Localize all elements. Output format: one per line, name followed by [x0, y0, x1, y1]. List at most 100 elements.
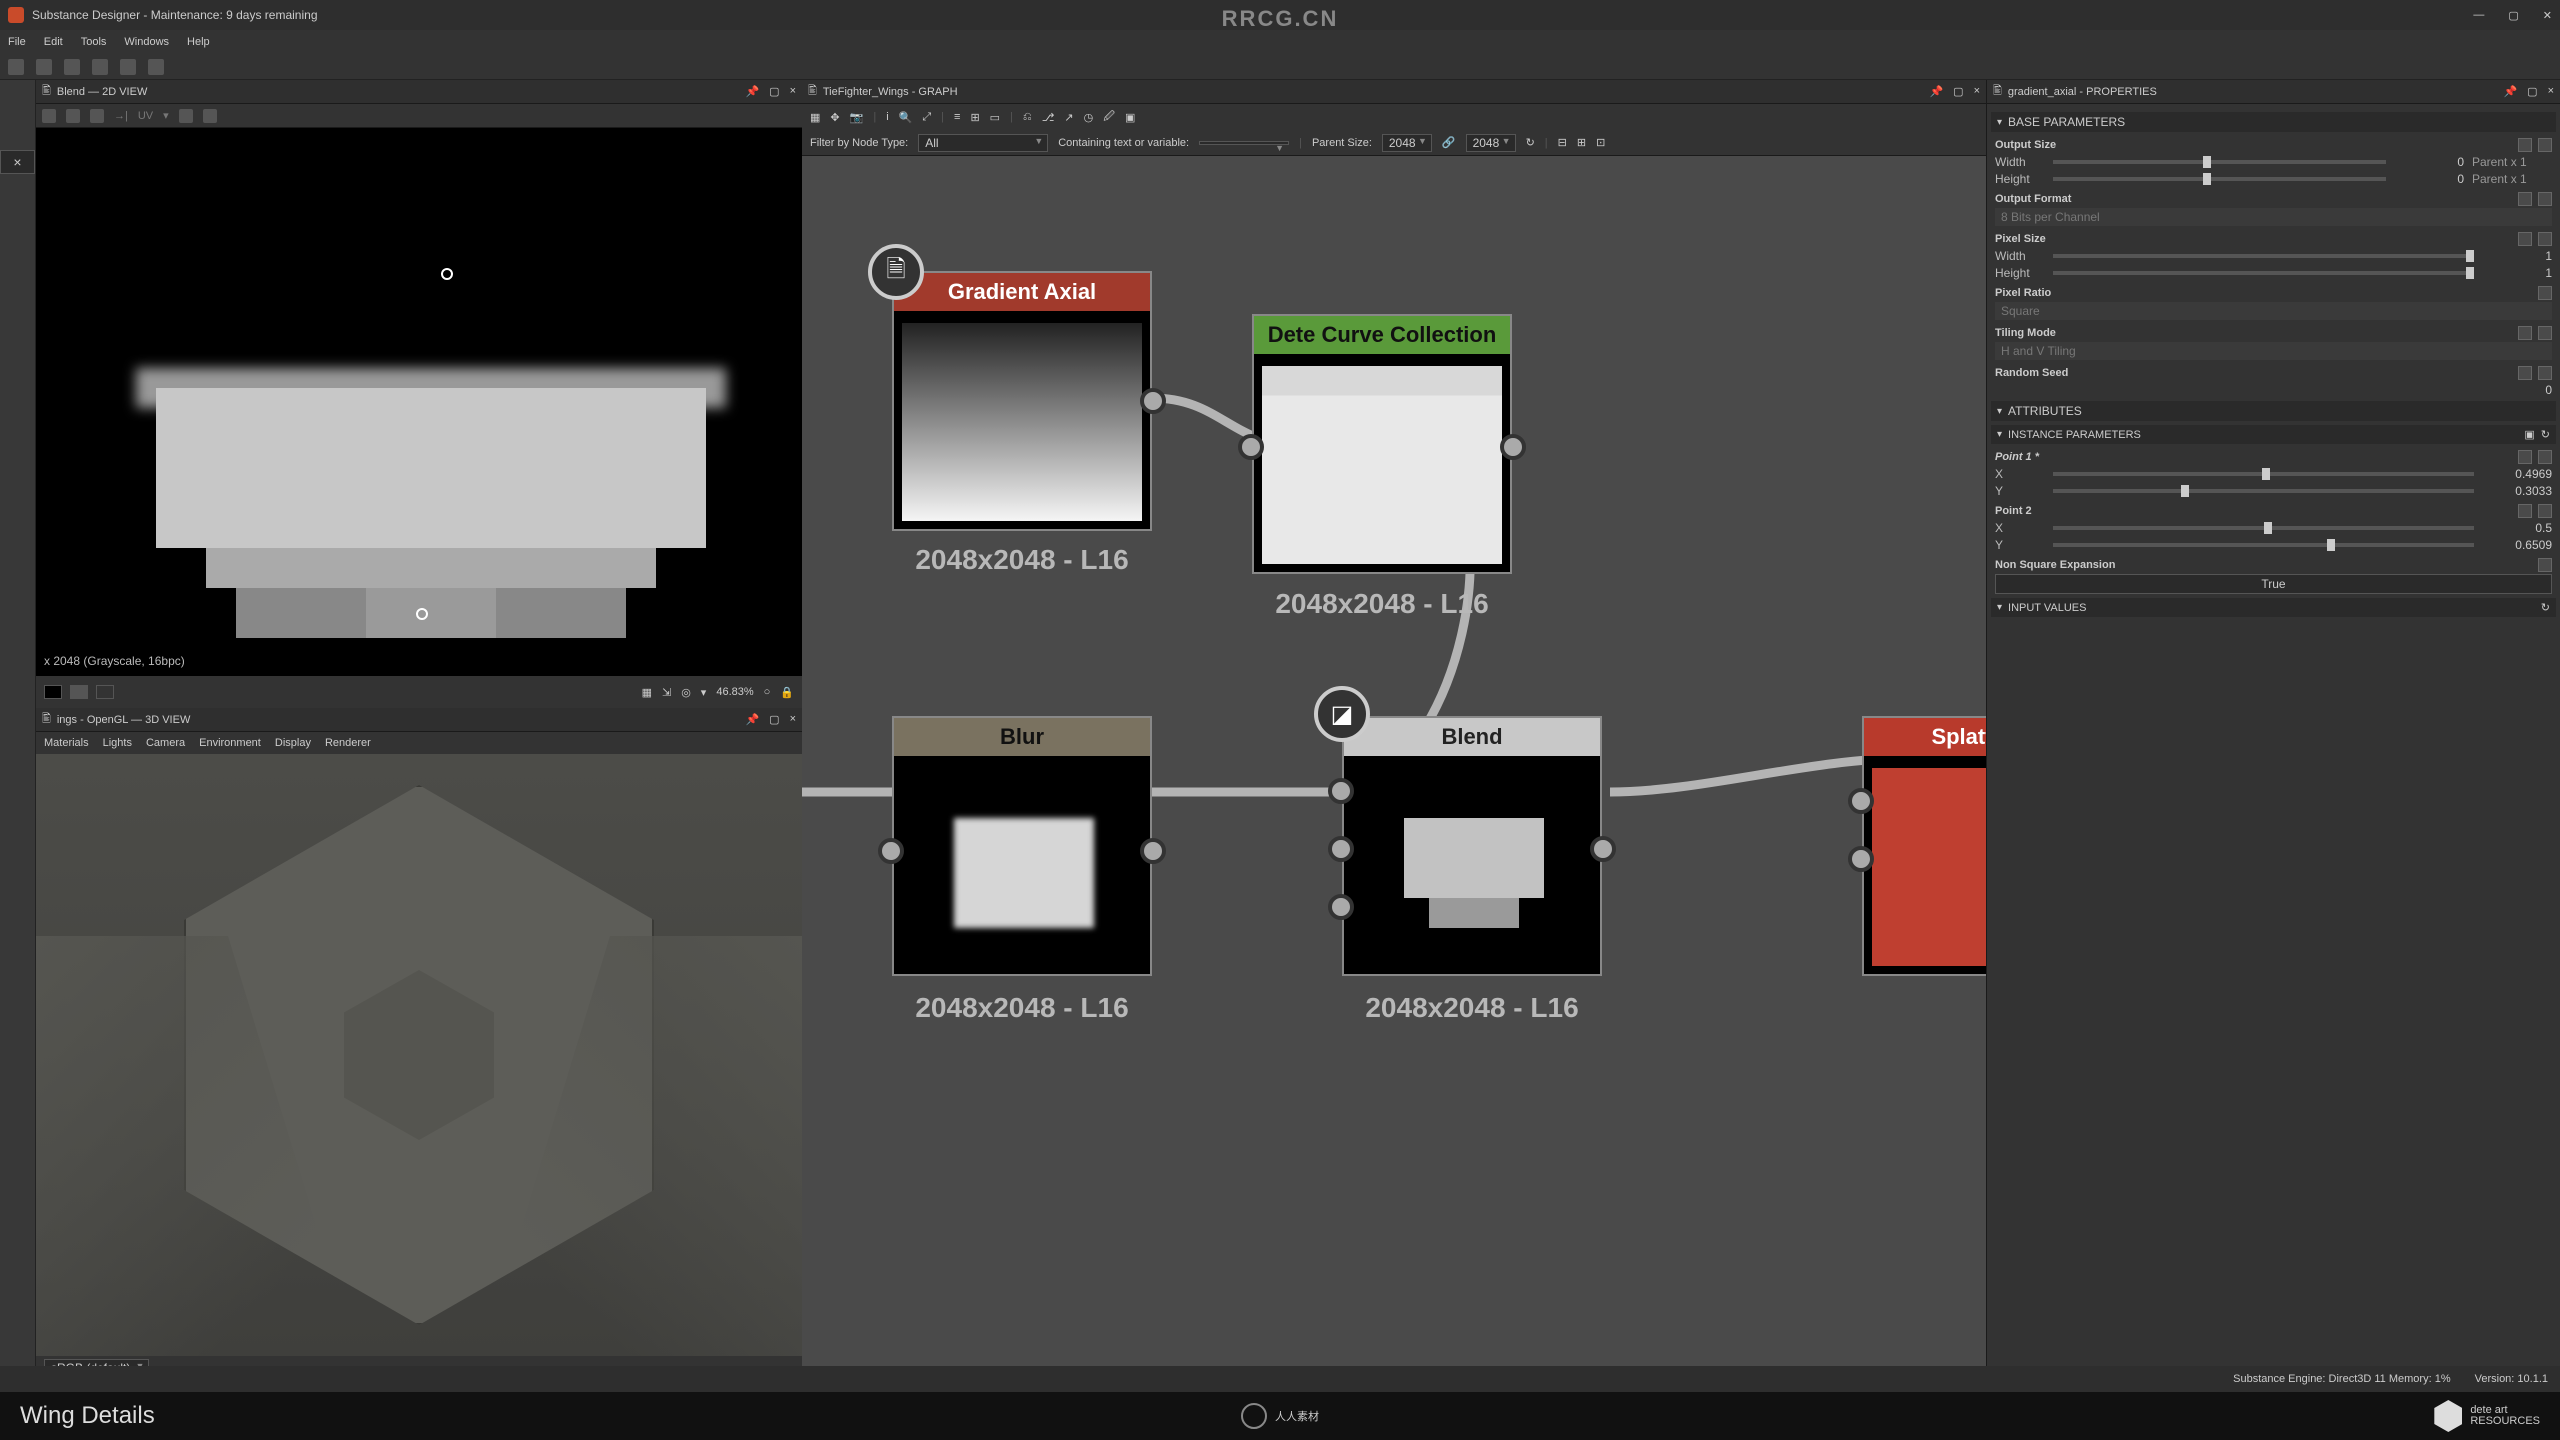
gf-m1-icon[interactable]: ⊟	[1558, 136, 1567, 149]
parent-size-1[interactable]: 2048	[1382, 134, 1432, 152]
panel-props-doc-icon[interactable]: 🖺	[1993, 82, 2002, 101]
reset-size-icon[interactable]: ↻	[1526, 136, 1535, 149]
2d-t1-icon[interactable]: ⇲	[662, 686, 671, 699]
of-r2-icon[interactable]	[2538, 192, 2552, 206]
view-3d-canvas[interactable]	[36, 754, 802, 1356]
panel-graph-close-icon[interactable]: ×	[1974, 85, 1980, 98]
node-blend[interactable]: Blend	[1342, 716, 1602, 976]
reload-icon[interactable]	[120, 59, 136, 75]
tm-r1-icon[interactable]	[2518, 326, 2532, 340]
node-curve-in-port[interactable]	[1238, 434, 1264, 460]
section-attr[interactable]: ATTRIBUTES	[1991, 401, 2556, 421]
3d-menu-environment[interactable]: Environment	[199, 737, 261, 749]
p1-r1-icon[interactable]	[2518, 450, 2532, 464]
2d-lock-icon[interactable]: 🔒	[780, 686, 794, 699]
new-icon[interactable]	[8, 59, 24, 75]
close-button[interactable]: ✕	[2543, 9, 2552, 22]
panel-props-pin-icon[interactable]: 📌	[2503, 85, 2517, 98]
node-gradient-out-port[interactable]	[1140, 388, 1166, 414]
node-curve-out-port[interactable]	[1500, 434, 1526, 460]
view-2d-canvas[interactable]: x 2048 (Grayscale, 16bpc) ▦ ⇲ ◎ ▾ 46.83%…	[36, 128, 802, 708]
node-splatt[interactable]: Splatt	[1862, 716, 1986, 976]
os-height-slider[interactable]	[2053, 177, 2386, 181]
p2-y-slider[interactable]	[2053, 543, 2474, 547]
3d-menu-camera[interactable]: Camera	[146, 737, 185, 749]
open-icon[interactable]	[36, 59, 52, 75]
2d-tool-save-icon[interactable]	[66, 109, 80, 123]
panel-2d-close-icon[interactable]: ×	[790, 85, 796, 98]
gt-fn-icon[interactable]: ⎇	[1042, 111, 1055, 124]
panel-props-close-icon[interactable]: ×	[2548, 85, 2554, 98]
panel-3d-pop-icon[interactable]: ▢	[769, 713, 779, 726]
3d-menu-materials[interactable]: Materials	[44, 737, 89, 749]
3d-menu-display[interactable]: Display	[275, 737, 311, 749]
swatch-grey[interactable]	[70, 685, 88, 699]
node-blend-out-port[interactable]	[1590, 836, 1616, 862]
2d-tool-new-icon[interactable]	[42, 109, 56, 123]
pr-r1-icon[interactable]	[2538, 286, 2552, 300]
gt-info-icon[interactable]: i	[886, 111, 888, 123]
gt-timing-icon[interactable]: ◷	[1084, 111, 1094, 124]
ps-width-slider[interactable]	[2053, 254, 2474, 258]
node-blend-in1-port[interactable]	[1328, 778, 1354, 804]
minimize-button[interactable]: —	[2473, 9, 2484, 22]
node-curve[interactable]: Dete Curve Collection	[1252, 314, 1512, 574]
3d-menu-renderer[interactable]: Renderer	[325, 737, 371, 749]
node-splatt-in2-port[interactable]	[1848, 846, 1874, 872]
panel-graph-pin-icon[interactable]: 📌	[1929, 85, 1943, 98]
inst-expose-icon[interactable]: ▣	[2524, 428, 2534, 441]
panel-graph-pop-icon[interactable]: ▢	[1953, 85, 1963, 98]
3d-menu-lights[interactable]: Lights	[103, 737, 132, 749]
os-r2-icon[interactable]	[2538, 138, 2552, 152]
gt-frame-icon[interactable]: ⊞	[970, 111, 979, 124]
2d-tool-copy-icon[interactable]	[90, 109, 104, 123]
menu-file[interactable]: File	[8, 36, 26, 48]
menu-help[interactable]: Help	[187, 36, 210, 48]
gt-fit-icon[interactable]: ⤢	[922, 111, 931, 124]
node-blur-out-port[interactable]	[1140, 838, 1166, 864]
refresh-icon[interactable]	[148, 59, 164, 75]
left-strip-close[interactable]: ×	[0, 150, 35, 174]
menu-windows[interactable]: Windows	[124, 36, 169, 48]
of-r1-icon[interactable]	[2518, 192, 2532, 206]
nse-toggle[interactable]: True	[1995, 574, 2552, 594]
section-inst[interactable]: INSTANCE PARAMETERS ▣ ↻	[1991, 425, 2556, 444]
swatch-black[interactable]	[44, 685, 62, 699]
2d-fit-icon[interactable]: ○	[764, 686, 771, 698]
p1-y-slider[interactable]	[2053, 489, 2474, 493]
graph-canvas[interactable]: Gradient Axial 🗎 2048x2048 - L16 Dete Cu…	[802, 156, 1986, 1380]
2d-tool-histogram-icon[interactable]	[203, 109, 217, 123]
section-base[interactable]: BASE PARAMETERS	[1991, 112, 2556, 132]
node-blur-in-port[interactable]	[878, 838, 904, 864]
panel-2d-pin-icon[interactable]: 📌	[745, 85, 759, 98]
inst-reset-icon[interactable]: ↻	[2541, 428, 2550, 441]
p2-x-slider[interactable]	[2053, 526, 2474, 530]
panel-3d-close-icon[interactable]: ×	[790, 713, 796, 726]
filter-text-dropdown[interactable]	[1199, 141, 1289, 145]
rs-r1-icon[interactable]	[2518, 366, 2532, 380]
section-inputvalues[interactable]: INPUT VALUES ↻	[1991, 598, 2556, 617]
os-width-slider[interactable]	[2053, 160, 2386, 164]
swatch-dark[interactable]	[96, 685, 114, 699]
pin-icon[interactable]: 🖺	[42, 82, 51, 101]
2d-tool-info-icon[interactable]	[179, 109, 193, 123]
2d-t3-icon[interactable]: ▾	[701, 686, 707, 699]
maximize-button[interactable]: ▢	[2508, 9, 2518, 22]
panel-graph-doc-icon[interactable]: 🖺	[808, 82, 817, 101]
node-gradient-axial[interactable]: Gradient Axial	[892, 271, 1152, 531]
tm-r2-icon[interactable]	[2538, 326, 2552, 340]
gf-m2-icon[interactable]: ⊞	[1577, 136, 1586, 149]
link-size-icon[interactable]: 🔗	[1442, 136, 1456, 149]
ps-r1-icon[interactable]	[2518, 232, 2532, 246]
menu-edit[interactable]: Edit	[44, 36, 63, 48]
panel-2d-pop-icon[interactable]: ▢	[769, 85, 779, 98]
os-r1-icon[interactable]	[2518, 138, 2532, 152]
2d-t2-icon[interactable]: ◎	[681, 686, 691, 699]
panel-props-pop-icon[interactable]: ▢	[2527, 85, 2537, 98]
inpv-reset-icon[interactable]: ↻	[2541, 601, 2550, 614]
node-splatt-in1-port[interactable]	[1848, 788, 1874, 814]
gt-pkg-icon[interactable]: ▣	[1125, 111, 1135, 124]
panel-3d-pin-icon[interactable]: 📌	[745, 713, 759, 726]
nse-r1-icon[interactable]	[2538, 558, 2552, 572]
gt-align-icon[interactable]: ≡	[954, 111, 960, 123]
